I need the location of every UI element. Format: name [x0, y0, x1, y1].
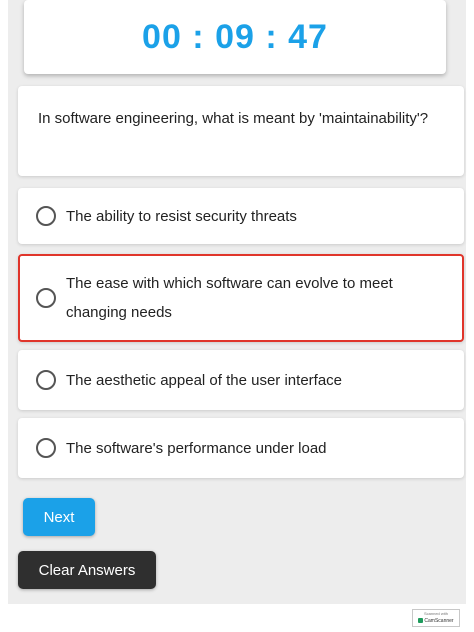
answer-option-3[interactable]: The aesthetic appeal of the user interfa… — [18, 350, 464, 410]
radio-button-icon[interactable] — [36, 288, 56, 308]
answer-option-label: The ability to resist security threats — [66, 207, 297, 225]
answer-option-label: The aesthetic appeal of the user interfa… — [66, 371, 343, 389]
question-card: In software engineering, what is meant b… — [18, 86, 464, 176]
answer-option-2[interactable]: The ease with which software can evolve … — [18, 254, 464, 342]
timer-text: 00 : 09 : 47 — [142, 17, 328, 56]
quiz-page: 00 : 09 : 47 In software engineering, wh… — [8, 0, 466, 604]
countdown-timer: 00 : 09 : 47 — [24, 0, 446, 74]
camscanner-watermark: Scanned with CamScanner — [412, 609, 460, 627]
next-button[interactable]: Next — [23, 498, 95, 536]
watermark-brand: CamScanner — [413, 617, 459, 625]
clear-answers-button[interactable]: Clear Answers — [18, 551, 156, 589]
answer-option-4[interactable]: The software's performance under load — [18, 418, 464, 478]
radio-button-icon[interactable] — [36, 438, 56, 458]
radio-button-icon[interactable] — [36, 370, 56, 390]
radio-button-icon[interactable] — [36, 206, 56, 226]
answer-option-label: The ease with which software can evolve … — [66, 275, 393, 321]
answer-option-label: The software's performance under load — [66, 439, 327, 457]
answer-option-1[interactable]: The ability to resist security threats — [18, 188, 464, 244]
camscanner-logo-icon — [418, 618, 424, 624]
question-text: In software engineering, what is meant b… — [38, 110, 429, 127]
watermark-brand-text: CamScanner — [424, 618, 454, 624]
